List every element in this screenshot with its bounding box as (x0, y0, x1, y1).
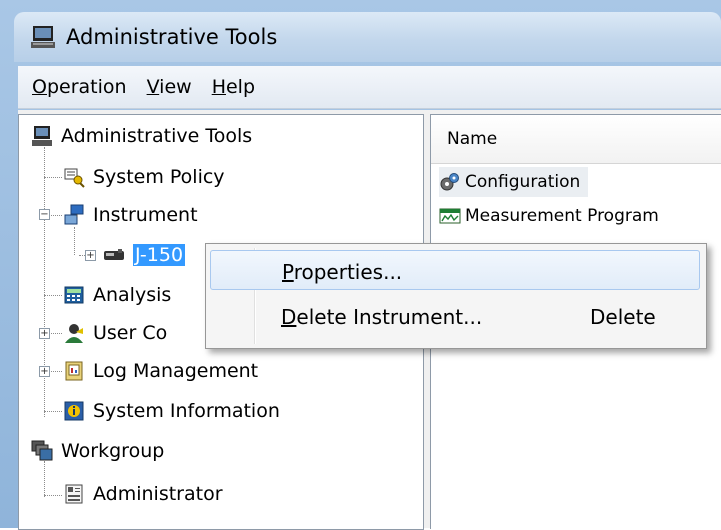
policy-key-icon (64, 168, 85, 188)
tree-label: Workgroup (61, 440, 165, 462)
menu-help[interactable]: Help (212, 76, 255, 98)
system-info-icon (64, 401, 84, 421)
expand-toggle[interactable]: + (39, 366, 50, 377)
measurement-program-icon (439, 208, 461, 224)
delete-instrument-menu-item[interactable]: Delete Instrument... Delete (210, 296, 700, 336)
workgroup-icon (31, 440, 53, 461)
tree-line (49, 333, 62, 334)
tree-label-selected: J-150 (133, 244, 186, 266)
tree-label: Log Management (93, 360, 259, 382)
shortcut-label: Delete (590, 305, 656, 329)
network-instrument-icon (64, 204, 84, 225)
tree-label: Administrative Tools (61, 125, 253, 147)
tree-item-system-policy[interactable]: System Policy (63, 162, 225, 192)
tree-item-workgroup[interactable]: Workgroup (31, 436, 164, 466)
title-bar: Administrative Tools (14, 12, 721, 62)
list-item-measurement-program[interactable]: Measurement Program (439, 201, 659, 231)
tree-item-j150[interactable]: J-150 (103, 240, 186, 270)
spectrometer-icon (104, 249, 124, 260)
tree-line (44, 495, 62, 496)
tree-label: Administrator (93, 483, 223, 505)
menu-view[interactable]: View (147, 76, 192, 98)
tree-label: User Co (93, 322, 168, 344)
tree-line (44, 461, 45, 497)
computer-icon (32, 126, 52, 146)
tree-line (44, 411, 62, 412)
context-menu: Properties... Delete Instrument... Delet… (205, 243, 707, 349)
menu-item-label: Properties... (282, 260, 403, 284)
tree-label: System Information (93, 400, 280, 422)
tree-line (44, 295, 62, 296)
tree-line (49, 215, 62, 216)
tree-item-administrative-tools[interactable]: Administrative Tools (31, 121, 252, 151)
tree-label: Instrument (93, 204, 198, 226)
column-header-name[interactable]: Name (431, 115, 721, 164)
list-item-configuration[interactable]: Configuration (439, 167, 589, 197)
calculator-icon (64, 286, 84, 304)
list-item-label: Measurement Program (465, 206, 659, 226)
tree-line (49, 371, 62, 372)
computer-icon (31, 26, 55, 48)
administrator-icon (65, 484, 83, 504)
properties-menu-item[interactable]: Properties... (210, 250, 700, 290)
tree-label: System Policy (93, 166, 225, 188)
configuration-gear-icon (440, 173, 459, 191)
log-book-icon (65, 361, 83, 381)
tree-label: Analysis (93, 284, 172, 306)
tree-item-administrator[interactable]: Administrator (63, 479, 223, 509)
expand-toggle[interactable]: + (85, 250, 96, 261)
tree-item-user-control[interactable]: User Co (63, 318, 167, 348)
menu-item-label: Delete Instrument... (281, 305, 483, 329)
menu-bar: Operation View Help (18, 66, 721, 109)
user-icon (65, 324, 83, 343)
menu-operation[interactable]: Operation (32, 76, 127, 98)
tree-item-system-information[interactable]: System Information (63, 396, 280, 426)
tree-item-analysis[interactable]: Analysis (63, 280, 171, 310)
window-title: Administrative Tools (66, 25, 278, 49)
list-item-label: Configuration (465, 172, 581, 192)
collapse-toggle[interactable]: − (39, 209, 50, 220)
tree-item-log-management[interactable]: Log Management (63, 356, 258, 386)
tree-item-instrument[interactable]: Instrument (63, 200, 198, 230)
expand-toggle[interactable]: + (39, 328, 50, 339)
tree-line (74, 227, 75, 255)
tree-line (44, 177, 62, 178)
